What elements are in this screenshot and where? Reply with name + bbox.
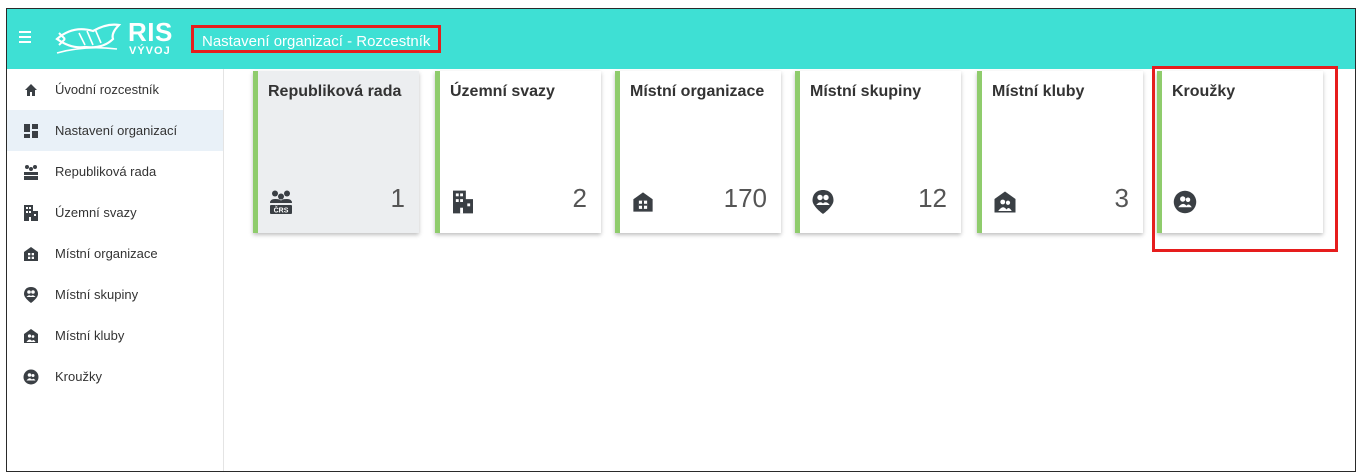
card-count: 1 bbox=[390, 183, 405, 213]
house-icon bbox=[23, 246, 39, 262]
highlight-box bbox=[1152, 66, 1338, 252]
card-title: Místní skupiny bbox=[810, 83, 922, 100]
sidebar-item-republikova-rada[interactable]: Republiková rada bbox=[7, 151, 223, 192]
app-logo[interactable]: RIS VÝVOJ bbox=[55, 15, 185, 63]
sidebar-item-label: Místní organizace bbox=[55, 246, 158, 261]
card-mistni-organizace[interactable]: Místní organizace 170 bbox=[615, 71, 781, 233]
card-count: 170 bbox=[723, 183, 767, 213]
sidebar-item-label: Republiková rada bbox=[55, 164, 157, 179]
card-count: 2 bbox=[572, 183, 587, 213]
card-title: Místní organizace bbox=[630, 83, 765, 100]
group-pin-icon bbox=[810, 189, 836, 215]
home-icon bbox=[23, 82, 39, 98]
sidebar-item-mistni-skupiny[interactable]: Místní skupiny bbox=[7, 274, 223, 315]
app-frame: RIS VÝVOJ Nastavení organizací - Rozcest… bbox=[6, 8, 1356, 472]
club-icon bbox=[23, 328, 39, 344]
page-title: Nastavení organizací - Rozcestník bbox=[191, 25, 442, 53]
card-title: Místní kluby bbox=[992, 83, 1085, 100]
sidebar: Úvodní rozcestník Nastavení organizací R… bbox=[7, 69, 224, 471]
menu-icon[interactable] bbox=[19, 28, 39, 48]
fish-logo-icon bbox=[55, 23, 122, 54]
group-pin-icon bbox=[23, 286, 39, 303]
dashboard-icon bbox=[23, 123, 39, 139]
sidebar-item-label: Místní kluby bbox=[55, 328, 125, 343]
sidebar-item-krouzky[interactable]: Kroužky bbox=[7, 356, 223, 397]
sidebar-item-label: Nastavení organizací bbox=[55, 123, 178, 138]
card-count: 12 bbox=[918, 183, 947, 213]
card-republikova-rada[interactable]: Republiková rada ČRS 1 bbox=[253, 71, 419, 233]
card-mistni-kluby[interactable]: Místní kluby 3 bbox=[977, 71, 1143, 233]
sidebar-item-uzemni-svazy[interactable]: Územní svazy bbox=[7, 192, 223, 233]
sidebar-item-label: Územní svazy bbox=[55, 205, 137, 220]
sidebar-item-mistni-kluby[interactable]: Místní kluby bbox=[7, 315, 223, 356]
sidebar-item-mistni-organizace[interactable]: Místní organizace bbox=[7, 233, 223, 274]
card-title: Republiková rada bbox=[268, 83, 402, 100]
card-count: 3 bbox=[1114, 183, 1129, 213]
house-icon bbox=[630, 189, 656, 215]
sidebar-item-uvodni-rozcestnik[interactable]: Úvodní rozcestník bbox=[7, 69, 223, 110]
top-bar: RIS VÝVOJ Nastavení organizací - Rozcest… bbox=[7, 9, 1355, 69]
sidebar-item-nastaveni-organizaci[interactable]: Nastavení organizací bbox=[7, 110, 223, 151]
card-mistni-skupiny[interactable]: Místní skupiny 12 bbox=[795, 71, 961, 233]
logo-subtext: VÝVOJ bbox=[129, 45, 171, 57]
sidebar-item-label: Úvodní rozcestník bbox=[55, 82, 160, 97]
sidebar-item-label: Místní skupiny bbox=[55, 287, 139, 302]
sidebar-item-label: Kroužky bbox=[55, 369, 102, 384]
building-icon bbox=[450, 189, 476, 215]
card-title: Územní svazy bbox=[450, 83, 555, 100]
crs-icon-text: ČRS bbox=[274, 206, 289, 215]
group-crs-icon bbox=[23, 164, 39, 180]
logo-text: RIS bbox=[128, 17, 173, 47]
club-icon bbox=[992, 189, 1018, 215]
group-crs-icon: ČRS bbox=[268, 189, 294, 215]
circle-group-icon bbox=[23, 369, 39, 385]
card-uzemni-svazy[interactable]: Územní svazy 2 bbox=[435, 71, 601, 233]
building-icon bbox=[23, 204, 39, 221]
